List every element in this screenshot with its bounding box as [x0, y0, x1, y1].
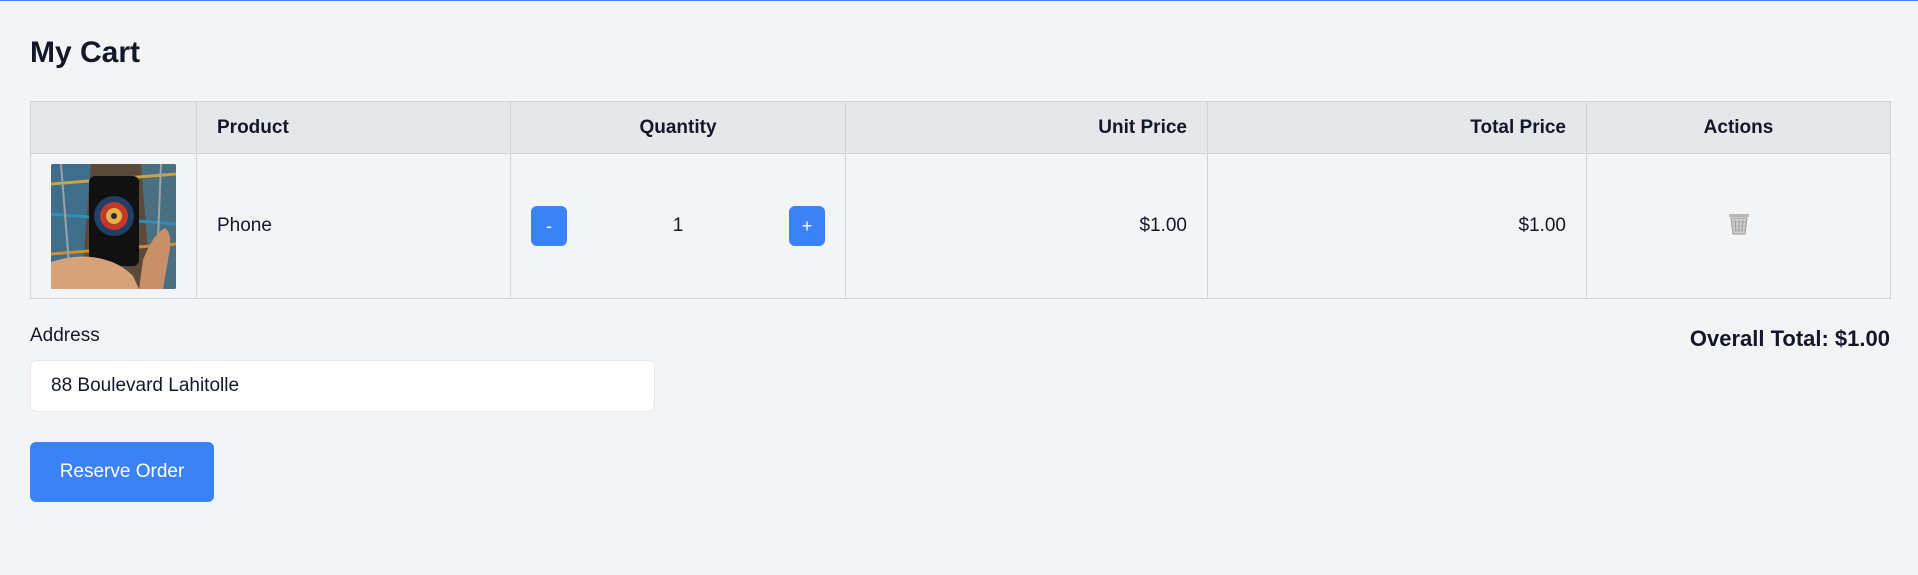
reserve-order-button[interactable]: Reserve Order [30, 442, 214, 502]
decrement-quantity-button[interactable]: - [531, 206, 567, 246]
header-product: Product [196, 101, 511, 154]
quantity-value: 1 [672, 215, 684, 236]
overall-total: Overall Total: $1.00 [1689, 326, 1890, 351]
quantity-cell: - 1 + [510, 153, 846, 299]
header-actions: Actions [1586, 101, 1891, 154]
quantity-stepper: - 1 + [531, 206, 825, 246]
table-row: Phone - 1 + $1.00 $1.00 [30, 153, 1891, 299]
actions-cell [1586, 153, 1891, 299]
phone-product-image [51, 163, 176, 289]
unit-price: $1.00 [845, 153, 1208, 299]
header-quantity: Quantity [510, 101, 846, 154]
header-unit-price: Unit Price [845, 101, 1208, 154]
increment-quantity-button[interactable]: + [789, 206, 825, 246]
page-title: My Cart [30, 36, 141, 69]
cart-table: Product Quantity Unit Price Total Price … [30, 101, 1891, 299]
product-name: Phone [196, 153, 511, 299]
product-image-cell [30, 153, 197, 299]
table-header-row: Product Quantity Unit Price Total Price … [30, 101, 1891, 154]
address-input[interactable] [30, 360, 655, 412]
trash-icon[interactable] [1728, 211, 1750, 235]
total-price: $1.00 [1207, 153, 1587, 299]
header-image [30, 101, 197, 154]
header-total-price: Total Price [1207, 101, 1587, 154]
address-label: Address [30, 325, 100, 346]
